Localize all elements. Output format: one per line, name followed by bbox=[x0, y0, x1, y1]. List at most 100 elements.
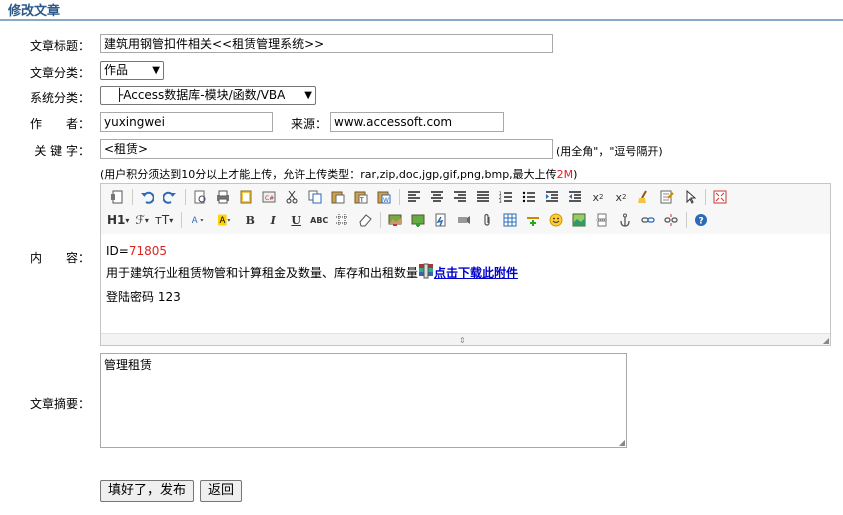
content-line-password: 登陆密码 123 bbox=[106, 290, 181, 304]
editor-content[interactable]: ID=71805 用于建筑行业租赁物管和计算租金及数量、库存和出租数量 点击下载此… bbox=[101, 234, 830, 334]
image-icon[interactable] bbox=[569, 210, 589, 230]
id-value: 71805 bbox=[128, 244, 168, 258]
italic-icon[interactable]: I bbox=[263, 210, 283, 230]
attachment-icon[interactable] bbox=[477, 210, 497, 230]
source-code-icon[interactable] bbox=[107, 187, 127, 207]
editor-resize-bar[interactable]: ⇕ ◢ bbox=[101, 333, 830, 345]
preview-icon[interactable] bbox=[190, 187, 210, 207]
code-icon[interactable]: C# bbox=[259, 187, 279, 207]
upload-size: 2M bbox=[556, 168, 574, 181]
font-color-icon[interactable]: A bbox=[186, 210, 210, 230]
insert-gallery-icon[interactable] bbox=[408, 210, 428, 230]
subscript-icon[interactable]: x2 bbox=[588, 187, 608, 207]
toolbar-separator bbox=[185, 189, 186, 205]
template-icon[interactable] bbox=[236, 187, 256, 207]
summary-text: 管理租赁 bbox=[104, 358, 153, 372]
chevron-down-icon: ▾ bbox=[125, 215, 130, 225]
keyword-hint: (用全角"，"逗号隔开) bbox=[556, 145, 663, 158]
heading-dropdown[interactable]: H1 ▾ bbox=[107, 213, 129, 227]
print-icon[interactable] bbox=[213, 187, 233, 207]
redo-icon[interactable] bbox=[160, 187, 180, 207]
insert-media-icon[interactable] bbox=[454, 210, 474, 230]
insert-image-icon[interactable] bbox=[385, 210, 405, 230]
eraser-icon[interactable] bbox=[355, 210, 375, 230]
help-icon[interactable]: ? bbox=[691, 210, 711, 230]
svg-text:3: 3 bbox=[499, 199, 502, 204]
table-border-icon[interactable] bbox=[332, 210, 352, 230]
toolbar-separator bbox=[686, 212, 688, 228]
resize-corner-icon[interactable]: ◢ bbox=[823, 336, 829, 345]
source-input[interactable]: www.accessoft.com bbox=[330, 112, 504, 132]
title-input[interactable]: 建筑用钢管扣件相关<<租赁管理系统>> bbox=[100, 34, 553, 53]
content-line-description: 用于建筑行业租赁物管和计算租金及数量、库存和出租数量 点击下载此附件 bbox=[106, 262, 825, 286]
system-select[interactable]: ├Access数据库-模块/函数/VBA ▼ bbox=[100, 86, 316, 105]
heading-label: H1 bbox=[107, 213, 126, 227]
summary-label: 文章摘要： bbox=[29, 397, 90, 411]
outdent-icon[interactable] bbox=[565, 187, 585, 207]
font-family-label: ℱ bbox=[135, 213, 145, 227]
toolbar-separator bbox=[705, 189, 706, 205]
title-label: 文章标题： bbox=[29, 39, 90, 53]
resize-corner-icon[interactable]: ◢ bbox=[619, 438, 625, 447]
back-button[interactable]: 返回 bbox=[200, 480, 243, 502]
category-select[interactable]: 作品 ▼ bbox=[100, 61, 164, 80]
select-all-icon[interactable] bbox=[657, 187, 677, 207]
content-label: 内 容： bbox=[29, 251, 90, 265]
download-attachment-link[interactable]: 点击下载此附件 bbox=[434, 266, 518, 280]
unlink-icon[interactable] bbox=[661, 210, 681, 230]
insert-flash-icon[interactable] bbox=[431, 210, 451, 230]
insert-table-icon[interactable] bbox=[500, 210, 520, 230]
keyword-input[interactable]: <租赁> bbox=[100, 139, 553, 159]
system-label: 系统分类： bbox=[29, 91, 90, 105]
author-input[interactable]: yuxingwei bbox=[100, 112, 273, 132]
clear-format-icon[interactable] bbox=[634, 187, 654, 207]
submit-button[interactable]: 填好了，发布 bbox=[100, 480, 195, 502]
align-right-icon[interactable] bbox=[450, 187, 470, 207]
align-justify-icon[interactable] bbox=[473, 187, 493, 207]
upload-hint: (用户积分须达到10分以上才能上传，允许上传类型：rar,zip,doc,jgp… bbox=[100, 166, 577, 182]
page-title: 修改文章 bbox=[8, 4, 61, 19]
svg-text:T: T bbox=[359, 197, 364, 204]
font-size-dropdown[interactable]: тT ▾ bbox=[155, 213, 173, 227]
category-label: 文章分类： bbox=[29, 66, 90, 80]
chevron-down-icon: ▾ bbox=[144, 215, 149, 225]
align-center-icon[interactable] bbox=[427, 187, 447, 207]
svg-text:W: W bbox=[383, 197, 389, 204]
strikethrough-icon[interactable]: ABC bbox=[309, 210, 329, 230]
fullscreen-icon[interactable] bbox=[710, 187, 730, 207]
paste-text-icon[interactable]: T bbox=[351, 187, 371, 207]
undo-icon[interactable] bbox=[137, 187, 157, 207]
align-left-icon[interactable] bbox=[404, 187, 424, 207]
highlight-color-icon[interactable]: A bbox=[213, 210, 237, 230]
toolbar-row-1: C# T W 123 x2 x2 bbox=[107, 186, 733, 208]
cursor-icon[interactable] bbox=[680, 187, 700, 207]
svg-text:C#: C# bbox=[265, 195, 274, 202]
chevron-down-icon: ▼ bbox=[304, 90, 312, 101]
chevron-down-icon: ▼ bbox=[152, 65, 160, 76]
ordered-list-icon[interactable]: 123 bbox=[496, 187, 516, 207]
toolbar-separator bbox=[181, 212, 183, 228]
font-family-dropdown[interactable]: ℱ ▾ bbox=[135, 213, 148, 227]
source-label: 来源： bbox=[291, 117, 328, 131]
rich-text-editor[interactable]: C# T W 123 x2 x2 H1 ▾ ℱ ▾ тT ▾ A A B I U… bbox=[100, 183, 831, 346]
paste-word-icon[interactable]: W bbox=[374, 187, 394, 207]
anchor-icon[interactable] bbox=[615, 210, 635, 230]
bold-icon[interactable]: B bbox=[240, 210, 260, 230]
unordered-list-icon[interactable] bbox=[519, 187, 539, 207]
title-divider bbox=[0, 19, 843, 21]
cut-icon[interactable] bbox=[282, 187, 302, 207]
link-icon[interactable] bbox=[638, 210, 658, 230]
paste-icon[interactable] bbox=[328, 187, 348, 207]
indent-icon[interactable] bbox=[542, 187, 562, 207]
copy-icon[interactable] bbox=[305, 187, 325, 207]
summary-textarea[interactable]: 管理租赁 ◢ bbox=[100, 353, 627, 448]
svg-text:A: A bbox=[192, 216, 198, 226]
superscript-icon[interactable]: x2 bbox=[611, 187, 631, 207]
id-prefix: ID= bbox=[106, 244, 129, 258]
upload-hint-end: ) bbox=[573, 168, 578, 181]
horizontal-rule-icon[interactable] bbox=[523, 210, 543, 230]
editor-toolbar: C# T W 123 x2 x2 H1 ▾ ℱ ▾ тT ▾ A A B I U… bbox=[101, 184, 830, 235]
page-break-icon[interactable] bbox=[592, 210, 612, 230]
emoticon-icon[interactable] bbox=[546, 210, 566, 230]
underline-icon[interactable]: U bbox=[286, 210, 306, 230]
